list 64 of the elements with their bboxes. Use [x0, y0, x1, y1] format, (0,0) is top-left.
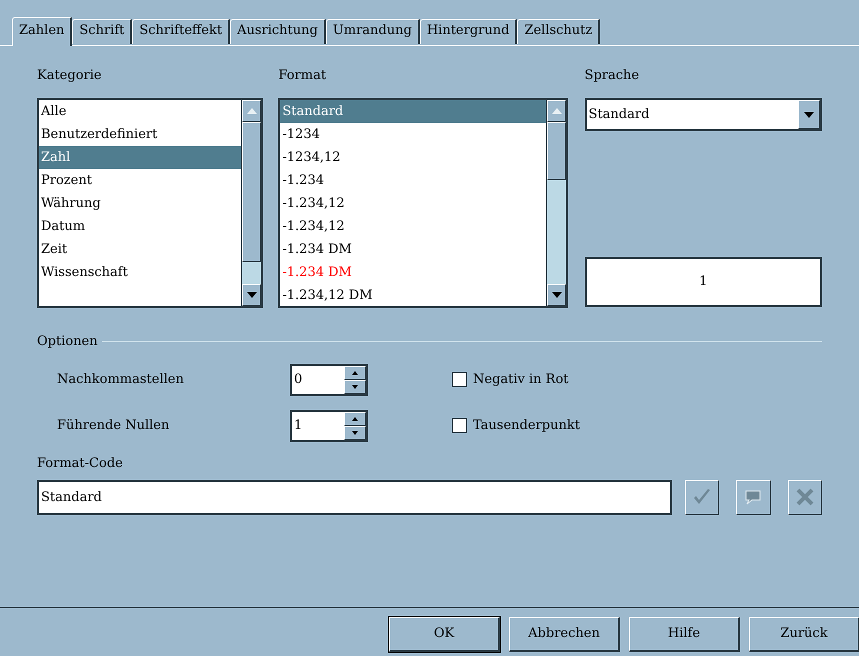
down-arrow-icon [352, 430, 358, 434]
tab[interactable]: Schrifteffekt [132, 19, 230, 44]
language-label: Sprache [584, 67, 640, 85]
tab[interactable]: Schrift [72, 19, 132, 44]
comment-button[interactable] [736, 480, 771, 514]
accept-button[interactable] [684, 480, 720, 514]
up-arrow-icon [352, 370, 358, 374]
spinner-label: Nachkommastellen [57, 370, 185, 389]
delete-button[interactable] [788, 480, 822, 514]
checkbox[interactable] [452, 372, 467, 387]
dropdown-arrow-icon [804, 112, 814, 118]
scroll-thumb[interactable] [547, 122, 566, 180]
list-item[interactable]: -1.234 DM [280, 261, 546, 284]
format-preview: 1 [584, 257, 822, 307]
list-item[interactable]: -1234,12 [280, 146, 546, 169]
dialog-button[interactable]: Hilfe [629, 617, 740, 652]
down-arrow-icon [352, 384, 358, 388]
list-item[interactable]: Prozent [39, 169, 241, 192]
tab[interactable]: Hintergrund [420, 19, 518, 44]
number-spinner[interactable]: 0 [290, 364, 368, 396]
list-item[interactable]: Zahl [39, 146, 241, 169]
up-arrow-icon [552, 108, 562, 114]
format-code-label: Format-Code [37, 454, 124, 472]
dialog-button[interactable]: Abbrechen [509, 617, 620, 652]
format-label: Format [278, 67, 328, 85]
list-item[interactable]: -1.234,12 [280, 215, 546, 238]
tab[interactable]: Zahlen [12, 17, 72, 46]
list-item[interactable]: -1.234,12 DM [280, 284, 546, 306]
list-item[interactable]: Standard [280, 100, 546, 123]
list-item[interactable]: Zeit [39, 238, 241, 261]
scroll-thumb[interactable] [242, 122, 261, 262]
scroll-down-button[interactable] [242, 284, 261, 306]
checkbox[interactable] [452, 418, 467, 433]
down-arrow-icon [246, 292, 256, 298]
dialog-button[interactable]: OK [389, 617, 500, 652]
scroll-up-button[interactable] [242, 100, 261, 122]
down-arrow-icon [552, 292, 562, 298]
language-dropdown[interactable]: Standard [584, 98, 822, 131]
section-title: Optionen [37, 333, 98, 351]
list-item[interactable]: -1.234,12 [280, 192, 546, 215]
scroll-up-button[interactable] [547, 100, 566, 122]
number-spinner[interactable]: 1 [290, 410, 368, 442]
list-item[interactable]: -1.234 DM [280, 238, 546, 261]
checkbox-label: Negativ in Rot [473, 370, 569, 389]
spinner-label: Führende Nullen [57, 416, 170, 435]
speech-bubble-icon [743, 488, 764, 506]
list-item[interactable]: Wissenschaft [39, 261, 241, 284]
x-icon [794, 487, 815, 507]
up-arrow-icon [352, 416, 358, 420]
dialog-button[interactable]: Zurück [749, 617, 859, 652]
tab[interactable]: Ausrichtung [230, 19, 326, 44]
list-item[interactable]: Alle [39, 100, 241, 123]
list-item[interactable]: Währung [39, 192, 241, 215]
checkbox-label: Tausenderpunkt [473, 416, 580, 435]
up-arrow-icon [246, 108, 256, 114]
list-item[interactable]: -1234 [280, 123, 546, 146]
tab[interactable]: Umrandung [326, 19, 420, 44]
tab[interactable]: Zellschutz [517, 19, 600, 44]
list-item[interactable]: Benutzerdefiniert [39, 123, 241, 146]
list-item[interactable]: Datum [39, 215, 241, 238]
list-item[interactable]: -1.234 [280, 169, 546, 192]
scroll-down-button[interactable] [547, 284, 566, 306]
category-label: Kategorie [37, 67, 103, 85]
format-code-field[interactable]: Standard [37, 480, 672, 514]
